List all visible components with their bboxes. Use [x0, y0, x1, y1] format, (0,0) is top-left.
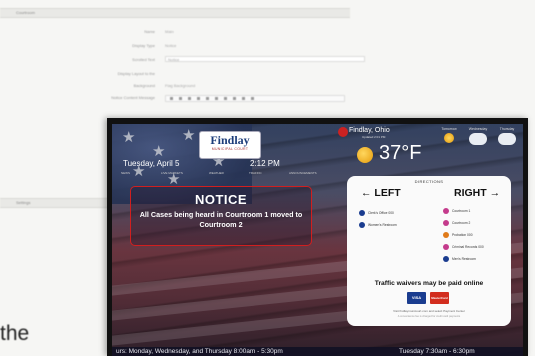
form-row-layout: Display Layout to the: [40, 70, 360, 77]
rain-cloud-icon: [498, 133, 516, 145]
hours-bar: urs: Monday, Wednesday, and Thursday 8:0…: [112, 347, 523, 356]
form-row-display-type: Display Type Notice: [40, 42, 360, 49]
direction-item-right: Criminal Records 000: [443, 244, 484, 250]
field-label: Scrolled Text: [132, 57, 155, 62]
ticker-item: NEWS: [121, 171, 130, 175]
direction-item-label: Probation 000: [452, 232, 473, 237]
weather-logo-icon: [338, 127, 348, 137]
name-field[interactable]: Main: [165, 28, 174, 35]
ticker-item: WEATHER: [209, 171, 224, 175]
courtroom-icon: [443, 220, 449, 226]
section-label: Courtroom: [16, 10, 35, 15]
bold-icon[interactable]: [170, 97, 173, 100]
direction-item-label: Clerk's Office 000: [368, 210, 394, 215]
visa-card-icon: VISA: [407, 292, 426, 304]
forecast-day: Wednesday: [463, 127, 493, 145]
payment-instructions: Visit findlaymunicourt.com and select Pa…: [393, 309, 465, 313]
forecast-day: Thursday: [492, 127, 522, 145]
records-icon: [443, 244, 449, 250]
form-row-background: Background Flag Background: [40, 82, 360, 89]
ticker-bar: NEWS LIVE MARKETS WEATHER TRAFFIC ANNOUN…: [121, 171, 336, 176]
align-left-icon[interactable]: [197, 97, 200, 100]
weather-updated: Updated 2:01 PM: [362, 135, 386, 139]
findlay-logo: Findlay MUNICIPAL COURT: [199, 131, 261, 159]
section-label: Settings: [16, 200, 31, 205]
direction-item-right: Men's Restroom: [443, 256, 476, 262]
field-label: Display Layout to the: [117, 71, 155, 76]
italic-icon[interactable]: [179, 97, 182, 100]
ticker-item: LIVE MARKETS: [161, 171, 183, 175]
form-row-name: Name Main: [40, 28, 360, 35]
direction-item-left: Clerk's Office 000: [359, 210, 394, 216]
forecast-day: Tomorrow: [434, 127, 464, 143]
ticker-item: TRAFFIC: [249, 171, 262, 175]
background-select[interactable]: Flag Background: [165, 82, 195, 89]
logo-name: Findlay: [210, 133, 250, 147]
left-label: ← LEFT: [361, 187, 401, 199]
rain-cloud-icon: [469, 133, 487, 145]
partial-caption-text: the: [0, 322, 30, 345]
hours-text-tuesday: Tuesday 7:30am - 6:30pm: [399, 348, 475, 355]
weather-city: Findlay, Ohio: [349, 127, 390, 134]
direction-item-label: Women's Restroom: [368, 222, 397, 227]
sign-date: Tuesday, April 5: [123, 159, 180, 168]
sign-time: 2:12 PM: [250, 159, 280, 168]
mastercard-icon: MasterCard: [430, 292, 449, 304]
display-type-field[interactable]: Notice: [165, 42, 176, 49]
section-header-settings: Settings: [0, 198, 110, 208]
field-label: Background: [133, 83, 155, 88]
directions-panel: DIRECTIONS ← LEFT RIGHT → Clerk's Office…: [347, 176, 511, 326]
notice-box: NOTICE All Cases being heard in Courtroo…: [130, 186, 312, 246]
direction-item-left: Women's Restroom: [359, 222, 397, 228]
ticker-item: ANNOUNCEMENTS: [289, 171, 317, 175]
current-temperature: 37°F: [379, 142, 422, 164]
restroom-icon: [359, 222, 365, 228]
image-icon[interactable]: [242, 97, 245, 100]
direction-item-label: Courtroom 2: [452, 220, 471, 225]
code-icon[interactable]: [251, 97, 254, 100]
direction-item-label: Men's Restroom: [452, 256, 476, 261]
underline-icon[interactable]: [188, 97, 191, 100]
courtroom-icon: [443, 208, 449, 214]
forecast-day-label: Wednesday: [468, 127, 488, 131]
field-label: Name: [144, 29, 155, 34]
forecast-day-label: Thursday: [499, 127, 515, 131]
notice-message: All Cases being heard in Courtroom 1 mov…: [139, 210, 303, 229]
probation-icon: [443, 232, 449, 238]
forecast-day-label: Tomorrow: [441, 127, 457, 131]
notice-title: NOTICE: [194, 192, 248, 207]
hours-text: urs: Monday, Wednesday, and Thursday 8:0…: [116, 348, 283, 355]
section-header-courtroom: Courtroom: [0, 8, 350, 18]
logo-subtitle: MUNICIPAL COURT: [211, 147, 249, 151]
right-label: RIGHT →: [454, 187, 501, 199]
link-icon[interactable]: [233, 97, 236, 100]
list-icon[interactable]: [224, 97, 227, 100]
waivers-text: Traffic waivers may be paid online: [374, 280, 484, 287]
direction-item-right: Courtroom 2: [443, 220, 470, 226]
fee-note: A convenience fee is charged for credit …: [397, 315, 461, 318]
scrolled-text-input[interactable]: Notice: [165, 56, 365, 62]
direction-item-right: Courtroom 1: [443, 208, 470, 214]
align-center-icon[interactable]: [206, 97, 209, 100]
direction-item-label: Criminal Records 000: [452, 244, 484, 249]
direction-item-right: Probation 000: [443, 232, 473, 238]
align-right-icon[interactable]: [215, 97, 218, 100]
form-row-scrolled-text: Scrolled Text Notice: [40, 56, 365, 63]
restroom-icon: [443, 256, 449, 262]
signage-preview-screen: ★ ★ ★ ★ ★ ★ Findlay MUNICIPAL COURT Tues…: [107, 118, 528, 356]
direction-item-label: Courtroom 1: [452, 208, 471, 213]
field-label: Notice Content Message: [111, 95, 155, 100]
sun-icon: [357, 147, 373, 163]
clerk-icon: [359, 210, 365, 216]
field-label: Display Type: [132, 43, 155, 48]
sun-cloud-icon: [444, 133, 454, 143]
rich-text-toolbar[interactable]: [165, 95, 345, 102]
directions-header: DIRECTIONS: [414, 179, 444, 184]
